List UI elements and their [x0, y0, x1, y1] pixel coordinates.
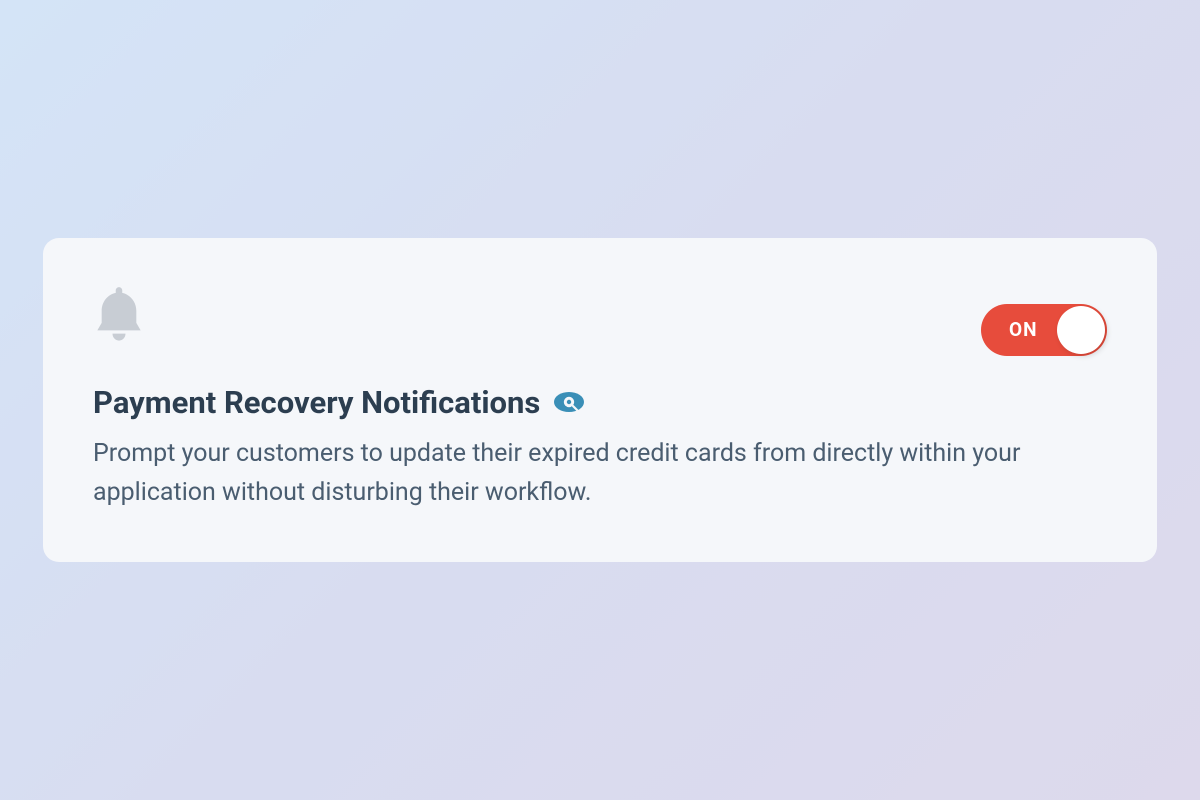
toggle-state-label: ON: [1009, 318, 1038, 341]
preview-eye-icon[interactable]: [554, 392, 584, 412]
notification-settings-card: ON Payment Recovery Notifications Prompt…: [43, 238, 1157, 563]
notification-toggle[interactable]: ON: [981, 304, 1107, 356]
card-title: Payment Recovery Notifications: [93, 384, 540, 421]
card-description: Prompt your customers to update their ex…: [93, 435, 1107, 513]
toggle-knob: [1057, 306, 1105, 354]
bell-icon: [93, 286, 145, 344]
card-header-row: ON: [93, 286, 1107, 356]
title-row: Payment Recovery Notifications: [93, 384, 1107, 421]
